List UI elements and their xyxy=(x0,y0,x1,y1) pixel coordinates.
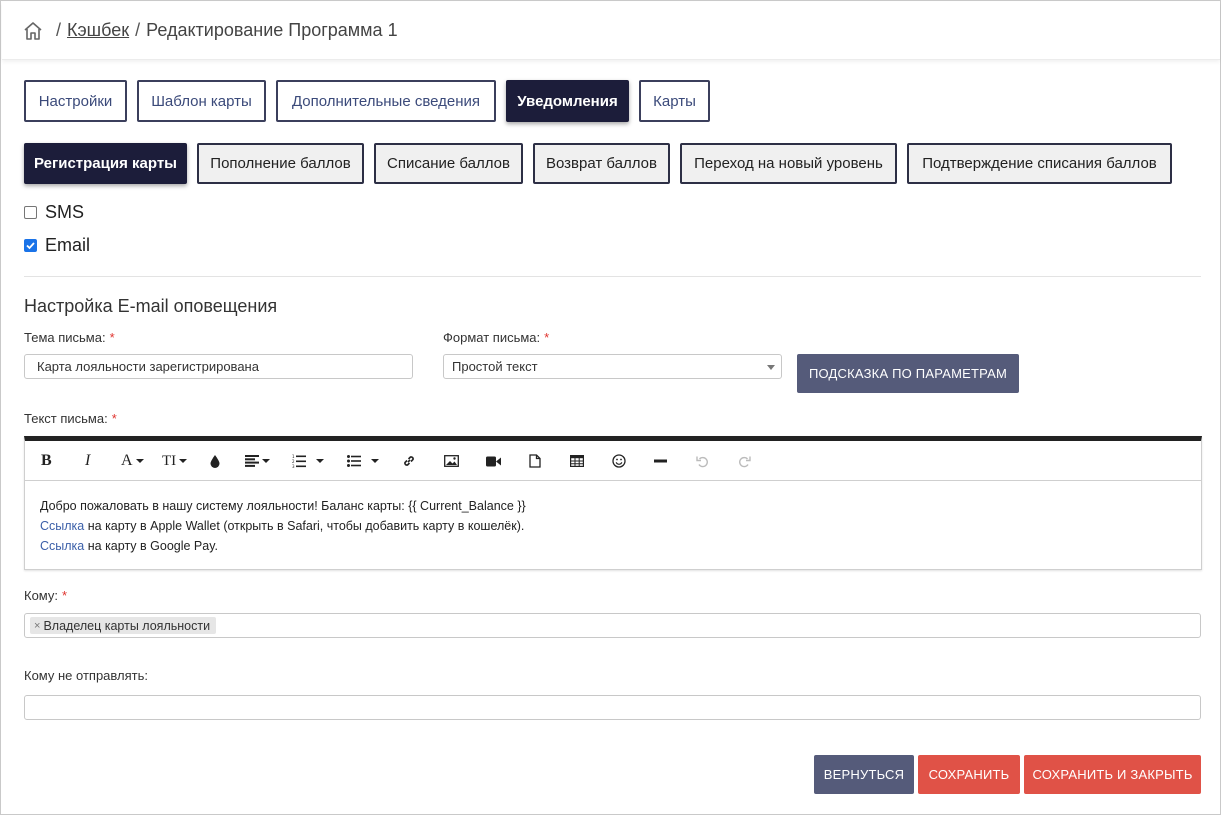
to-label-text: Кому: xyxy=(24,588,58,603)
notification-type-tabs: Регистрация карты Пополнение баллов Спис… xyxy=(24,143,1182,184)
format-select-value: Простой текст xyxy=(452,359,538,374)
horizontal-line-icon[interactable] xyxy=(654,451,667,471)
link-icon[interactable] xyxy=(402,451,416,471)
svg-text:3: 3 xyxy=(292,464,295,468)
required-mark: * xyxy=(109,330,115,345)
breadcrumb-current: Редактирование Программа 1 xyxy=(146,20,398,40)
recipient-tag-label: Владелец карты лояльности xyxy=(43,618,211,633)
subject-label: Тема письма: * xyxy=(24,330,115,345)
video-icon[interactable] xyxy=(486,451,501,471)
back-button[interactable]: Вернуться xyxy=(814,755,914,794)
breadcrumb-separator: / xyxy=(135,20,141,40)
redo-icon[interactable] xyxy=(738,451,751,471)
font-size-glyph: TI xyxy=(162,452,177,469)
file-icon[interactable] xyxy=(529,451,541,471)
tab-additional-info[interactable]: Дополнительные сведения xyxy=(276,80,496,122)
breadcrumb-link-cashback[interactable]: Кэшбек xyxy=(67,20,129,41)
chevron-down-icon xyxy=(767,365,775,370)
body-line-2: Ссылка на карту в Apple Wallet (открыть … xyxy=(40,516,1186,536)
params-hint-button[interactable]: Подсказка по параметрам xyxy=(797,354,1019,393)
italic-icon[interactable]: I xyxy=(85,451,90,471)
recipient-tag: × Владелец карты лояльности xyxy=(30,617,217,634)
breadcrumb: / Кэшбек / Редактирование Программа 1 xyxy=(2,2,1220,60)
home-icon[interactable] xyxy=(22,20,44,42)
unordered-list-icon[interactable] xyxy=(347,451,379,471)
tab-card-registration[interactable]: Регистрация карты xyxy=(24,143,187,184)
tab-points-topup[interactable]: Пополнение баллов xyxy=(197,143,364,184)
format-label-text: Формат письма: xyxy=(443,330,541,345)
image-icon[interactable] xyxy=(444,451,459,471)
tab-notifications[interactable]: Уведомления xyxy=(506,80,629,122)
save-close-button[interactable]: Сохранить и закрыть xyxy=(1024,755,1201,794)
main-tabs: Настройки Шаблон карты Дополнительные св… xyxy=(24,80,720,122)
body-label-text: Текст письма: xyxy=(24,411,108,426)
rich-text-editor: B I A TI 123 Добро пожаловать в нашу сис… xyxy=(24,436,1202,570)
required-mark: * xyxy=(544,330,550,345)
tab-points-writeoff[interactable]: Списание баллов xyxy=(374,143,523,184)
body-line-2-text: на карту в Apple Wallet (открыть в Safar… xyxy=(84,519,525,533)
undo-icon[interactable] xyxy=(696,451,709,471)
emoticon-icon[interactable] xyxy=(612,451,626,471)
tab-writeoff-confirmation[interactable]: Подтверждение списания баллов xyxy=(907,143,1172,184)
app-frame: / Кэшбек / Редактирование Программа 1 На… xyxy=(0,0,1221,815)
tab-settings[interactable]: Настройки xyxy=(24,80,127,122)
sms-label: SMS xyxy=(45,202,85,222)
body-label: Текст письма: * xyxy=(24,411,117,426)
email-checkbox[interactable] xyxy=(24,239,37,252)
editor-content[interactable]: Добро пожаловать в нашу систему лояльнос… xyxy=(25,481,1201,571)
body-line-3-text: на карту в Google Pay. xyxy=(84,539,219,553)
tab-points-return[interactable]: Возврат баллов xyxy=(533,143,670,184)
exclude-input[interactable] xyxy=(24,695,1201,720)
align-icon[interactable] xyxy=(245,451,270,471)
sms-option: SMS xyxy=(24,202,84,223)
table-icon[interactable] xyxy=(570,451,584,471)
required-mark: * xyxy=(62,588,68,603)
to-label: Кому: * xyxy=(24,588,67,603)
save-button[interactable]: Сохранить xyxy=(918,755,1020,794)
tag-remove-icon[interactable]: × xyxy=(34,620,40,632)
google-pay-link[interactable]: Ссылка xyxy=(40,539,84,553)
editor-toolbar: B I A TI 123 xyxy=(25,441,1201,481)
format-label: Формат письма: * xyxy=(443,330,549,345)
sms-checkbox[interactable] xyxy=(24,206,37,219)
ordered-list-icon[interactable]: 123 xyxy=(292,451,324,471)
body-line-3: Ссылка на карту в Google Pay. xyxy=(40,536,1186,556)
required-mark: * xyxy=(111,411,117,426)
exclude-label: Кому не отправлять: xyxy=(24,668,148,683)
tab-cards[interactable]: Карты xyxy=(639,80,710,122)
bold-icon[interactable]: B xyxy=(41,451,52,471)
subject-label-text: Тема письма: xyxy=(24,330,106,345)
breadcrumb-separator: / xyxy=(56,20,62,40)
font-color-icon[interactable]: A xyxy=(121,451,144,471)
email-label: Email xyxy=(45,235,91,255)
fill-color-icon[interactable] xyxy=(209,451,221,471)
subject-input[interactable]: Карта лояльности зарегистрирована xyxy=(24,354,413,379)
tab-new-level[interactable]: Переход на новый уровень xyxy=(680,143,897,184)
section-title: Настройка E-mail оповещения xyxy=(24,296,278,316)
font-color-glyph: A xyxy=(121,452,133,469)
divider xyxy=(24,276,1201,277)
apple-wallet-link[interactable]: Ссылка xyxy=(40,519,84,533)
format-select[interactable]: Простой текст xyxy=(443,354,782,379)
tab-card-template[interactable]: Шаблон карты xyxy=(137,80,266,122)
email-option: Email xyxy=(24,235,90,256)
font-size-icon[interactable]: TI xyxy=(162,451,188,471)
body-line-1: Добро пожаловать в нашу систему лояльнос… xyxy=(40,499,526,513)
